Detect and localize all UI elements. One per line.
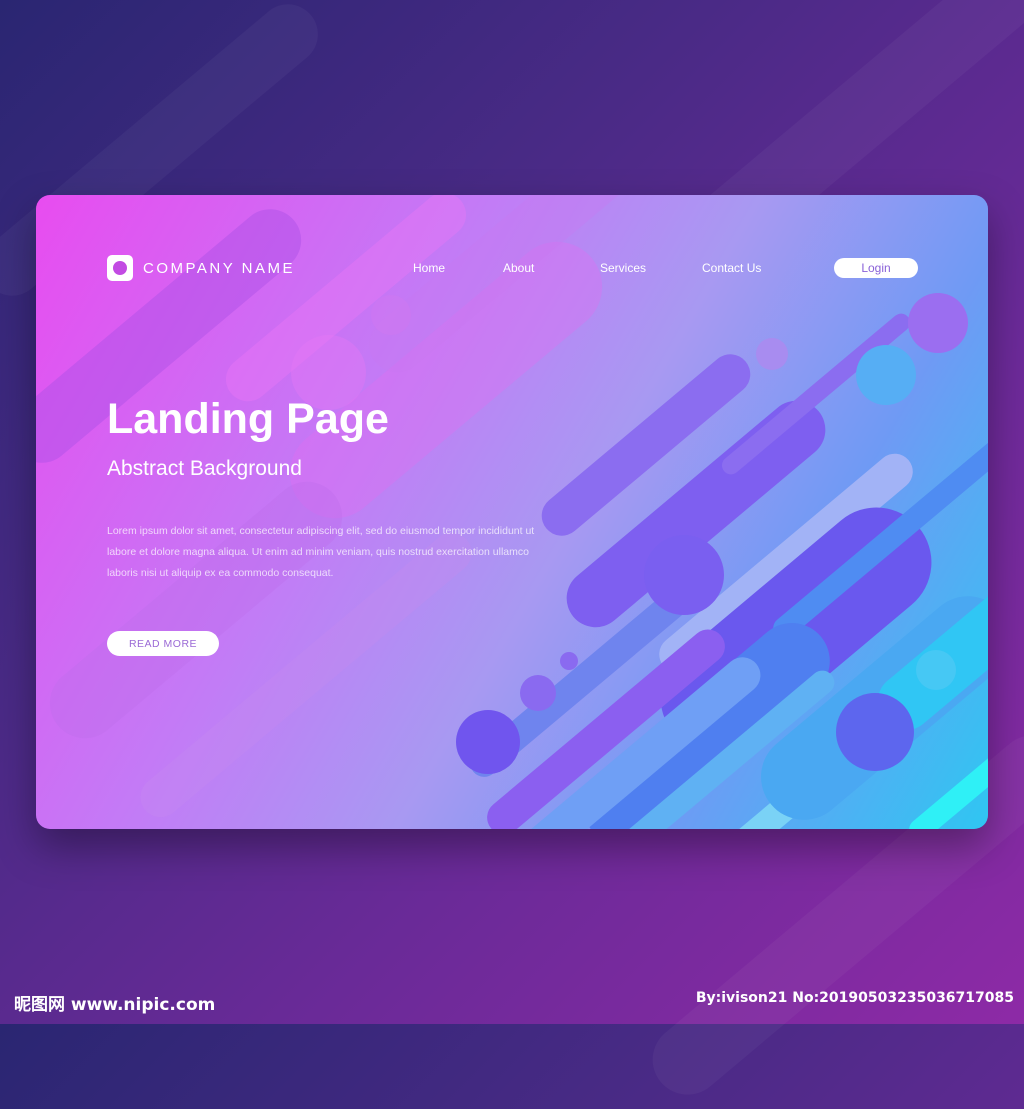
decor-circle (644, 535, 724, 615)
decor-circle (520, 675, 556, 711)
logo-icon (107, 255, 133, 281)
decor-shape (36, 467, 357, 753)
read-more-button[interactable]: READ MORE (107, 631, 219, 656)
decor-circle (908, 293, 968, 353)
decor-circle (916, 650, 956, 690)
decor-circle (560, 652, 578, 670)
page-title: Landing Page (107, 395, 389, 443)
watermark-right: By:ivison21 No:20190503235036717085 (695, 990, 1014, 1006)
nav-services[interactable]: Services (600, 261, 646, 275)
decor-circle (456, 710, 520, 774)
decor-circle (756, 338, 788, 370)
company-logo[interactable]: COMPANY NAME (107, 255, 295, 281)
landing-page-card: COMPANY NAME Home About Services Contact… (36, 195, 988, 829)
company-name: COMPANY NAME (143, 259, 295, 277)
nav-home[interactable]: Home (413, 261, 445, 275)
nav-contact-us[interactable]: Contact Us (702, 261, 761, 275)
decor-circle (371, 295, 411, 335)
watermark-left: 昵图网 www.nipic.com (14, 995, 216, 1015)
decor-circle (836, 693, 914, 771)
nav-about[interactable]: About (503, 261, 534, 275)
login-button[interactable]: Login (834, 258, 918, 278)
page-subtitle: Abstract Background (107, 457, 302, 480)
decor-circle (856, 345, 916, 405)
hero-body-text: Lorem ipsum dolor sit amet, consectetur … (107, 525, 535, 579)
